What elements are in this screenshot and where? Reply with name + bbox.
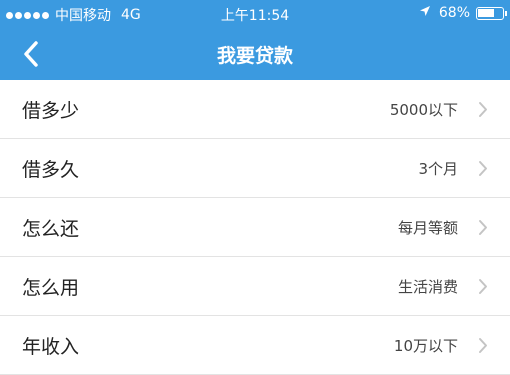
list-item-annual-income[interactable]: 年收入 10万以下	[0, 316, 510, 375]
row-label: 借多少	[22, 100, 80, 122]
battery-fill	[478, 8, 494, 17]
chevron-right-icon	[479, 161, 487, 176]
chevron-right-icon	[479, 279, 487, 294]
nav-bar: 我要贷款	[0, 28, 510, 80]
chevron-right-icon	[479, 338, 487, 353]
row-value: 每月等额	[397, 219, 458, 237]
row-value: 生活消费	[397, 278, 458, 296]
list-item-loan-purpose[interactable]: 怎么用 生活消费	[0, 257, 510, 316]
loan-options-list: 借多少 5000以下 借多久 3个月 怎么还 每月等额 怎么用 生活消费 年收入…	[0, 80, 510, 375]
row-label: 怎么用	[22, 277, 80, 299]
chevron-right-icon	[479, 102, 487, 117]
row-value: 5000以下	[389, 101, 458, 119]
row-label: 年收入	[22, 336, 80, 358]
chevron-right-icon	[479, 220, 487, 235]
list-item-repayment[interactable]: 怎么还 每月等额	[0, 198, 510, 257]
battery-percent: 68%	[438, 5, 470, 21]
row-label: 借多久	[22, 159, 80, 181]
row-label: 怎么还	[22, 218, 80, 240]
status-right: 68%	[419, 5, 507, 21]
battery-icon	[476, 6, 507, 20]
app-header: 中国移动 4G 上午11:54 68% 我要贷款	[0, 0, 510, 80]
page-title: 我要贷款	[216, 45, 293, 67]
location-arrow-icon	[419, 5, 431, 21]
row-value: 10万以下	[393, 337, 458, 355]
status-bar: 中国移动 4G 上午11:54 68%	[0, 0, 510, 28]
row-value: 3个月	[418, 160, 458, 178]
list-item-loan-term[interactable]: 借多久 3个月	[0, 139, 510, 198]
list-item-loan-amount[interactable]: 借多少 5000以下	[0, 80, 510, 139]
